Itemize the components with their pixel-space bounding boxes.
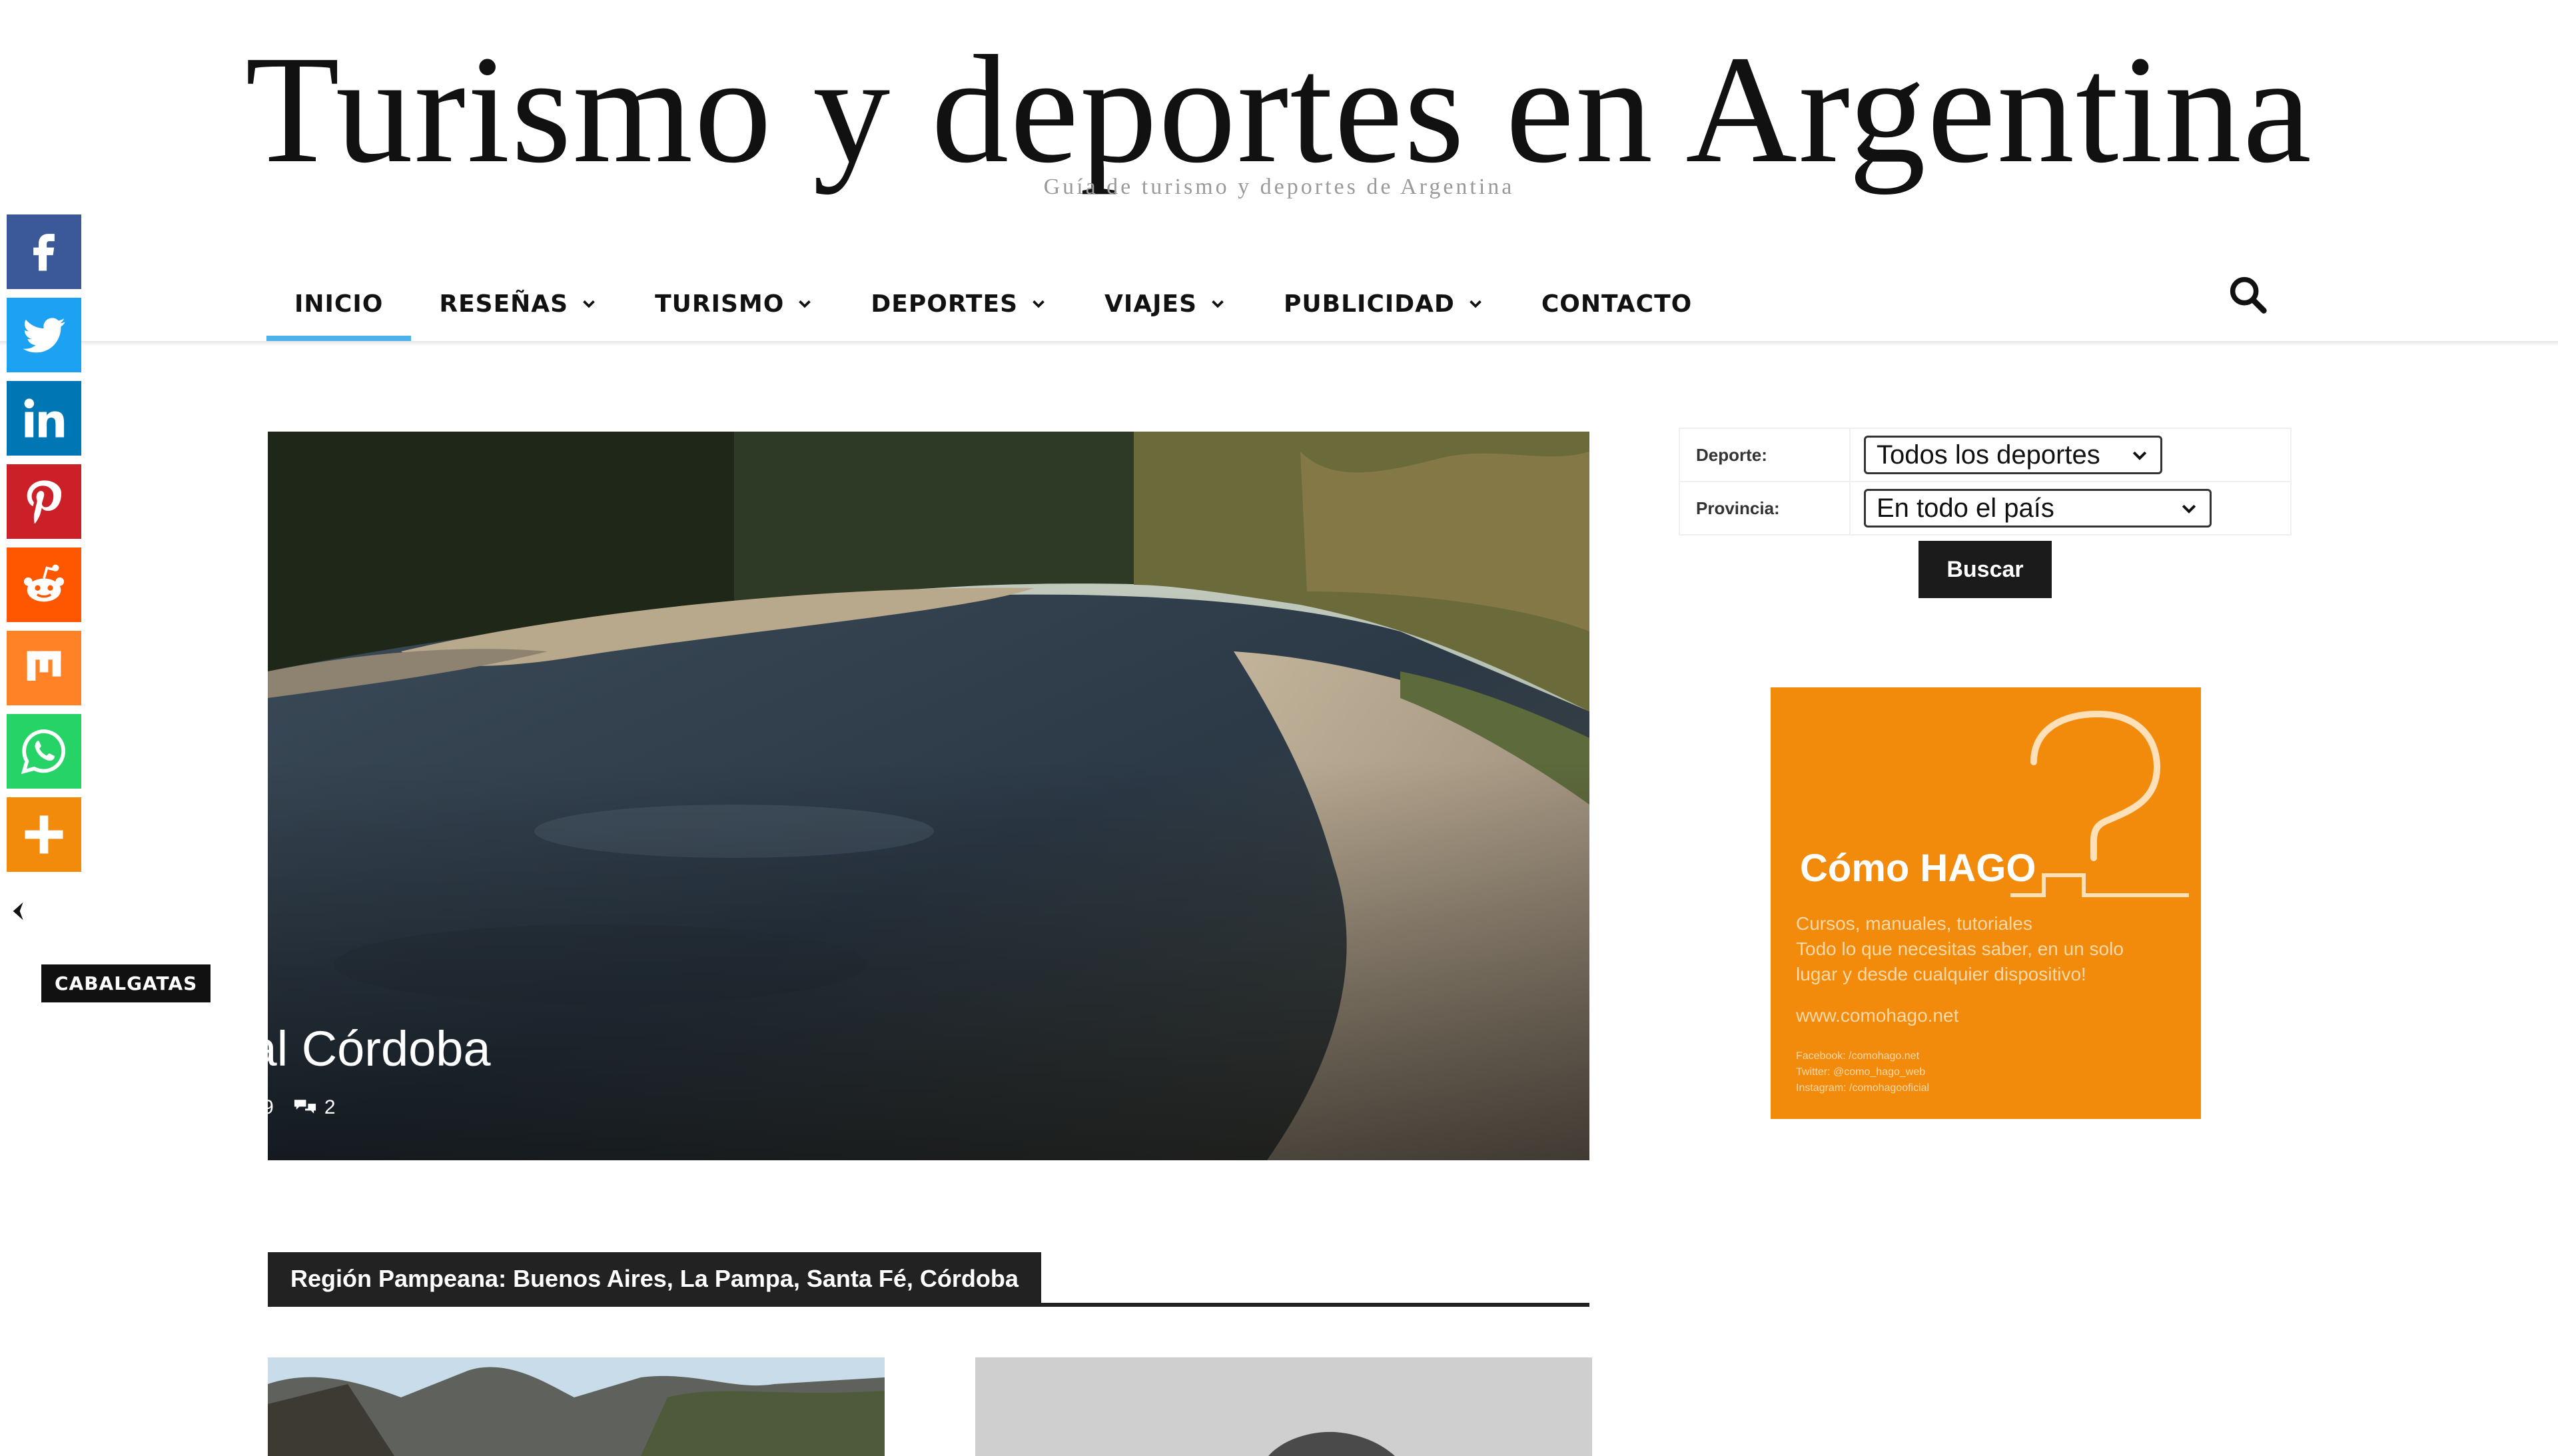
- comohago-ad-banner[interactable]: Cómo HAGO Cursos, manuales, tutoriales T…: [1771, 687, 2201, 1119]
- search-icon: [2230, 276, 2267, 314]
- post-thumbnail[interactable]: [975, 1357, 1592, 1456]
- menu-item-label: TURISMO: [655, 290, 785, 318]
- whatsapp-icon: [21, 729, 65, 775]
- post-thumbnail[interactable]: [268, 1357, 885, 1456]
- site-title[interactable]: Turismo y deportes en Argentina: [0, 27, 2558, 193]
- chevron-down-icon: [2132, 451, 2147, 460]
- menu-item-label: DEPORTES: [871, 290, 1019, 318]
- menu-item-turismo[interactable]: TURISMO: [627, 266, 843, 341]
- section-divider: [268, 1303, 1589, 1307]
- share-reddit-button[interactable]: [7, 547, 81, 622]
- deporte-cell: Todos los deportes: [1851, 429, 2162, 481]
- post-meta: Facundo - 22 abril, 2009 2: [41, 1096, 336, 1119]
- ad-url: www.comohago.net: [1796, 1005, 1959, 1026]
- ad-text: lugar y desde cualquier dispositivo!: [1796, 964, 2086, 984]
- deporte-select-value: Todos los deportes: [1877, 440, 2100, 470]
- featured-post-title[interactable]: Alpa Corral Córdoba: [41, 1020, 491, 1077]
- menu-item-label: INICIO: [294, 290, 384, 318]
- chevron-down-icon: [1212, 300, 1224, 308]
- chevron-down-icon: [1033, 300, 1045, 308]
- chevron-down-icon: [2182, 504, 2196, 514]
- menu-item-label: PUBLICIDAD: [1284, 290, 1455, 318]
- facebook-icon: [33, 234, 55, 271]
- hide-share-bar-button[interactable]: [5, 898, 32, 924]
- menu-item-label: VIAJES: [1104, 290, 1198, 318]
- comment-count-link[interactable]: 2: [292, 1096, 336, 1119]
- chevron-down-icon: [799, 300, 811, 308]
- chevron-left-icon: [13, 902, 23, 920]
- share-pinterest-button[interactable]: [7, 464, 81, 539]
- search-button[interactable]: [2225, 272, 2272, 318]
- ad-social: Twitter: @como_hago_web: [1796, 1066, 1926, 1078]
- provincia-cell: En todo el país: [1851, 482, 2212, 534]
- reddit-icon: [23, 564, 65, 602]
- menu-item-viajes[interactable]: VIAJES: [1076, 266, 1256, 341]
- social-share-bar: [7, 214, 81, 881]
- plus-icon: [25, 815, 63, 854]
- menu-item-label: RESEÑAS: [439, 290, 569, 318]
- linkedin-icon: [24, 398, 65, 438]
- header-divider: [0, 341, 2558, 345]
- main-menu: INICIO RESEÑAS TURISMO DEPORTES VIAJES P…: [266, 266, 1720, 341]
- share-whatsapp-button[interactable]: [7, 714, 81, 789]
- provincia-select-value: En todo el país: [1877, 493, 2054, 523]
- deporte-label: Deporte:: [1680, 429, 1851, 481]
- menu-item-publicidad[interactable]: PUBLICIDAD: [1256, 266, 1513, 341]
- section-title[interactable]: Región Pampeana: Buenos Aires, La Pampa,…: [268, 1252, 1041, 1305]
- form-row-provincia: Provincia: En todo el país: [1679, 481, 2292, 536]
- post-date: 22 abril, 2009: [153, 1096, 274, 1118]
- provincia-select[interactable]: En todo el país: [1864, 489, 2212, 528]
- deporte-select[interactable]: Todos los deportes: [1864, 436, 2162, 474]
- ad-text: Cursos, manuales, tutoriales: [1796, 913, 2032, 934]
- mix-icon: [27, 651, 61, 681]
- comments-icon: [294, 1100, 316, 1114]
- thumbnail-image: [268, 1357, 885, 1456]
- post-author[interactable]: Facundo: [41, 1096, 125, 1119]
- menu-item-deportes[interactable]: DEPORTES: [843, 266, 1076, 341]
- ad-text: Todo lo que necesitas saber, en un solo: [1796, 938, 2124, 959]
- comment-count: 2: [324, 1096, 336, 1118]
- thumbnail-image: [975, 1357, 1592, 1456]
- pinterest-icon: [27, 480, 62, 524]
- ad-social: Facebook: /comohago.net: [1796, 1050, 1920, 1062]
- share-more-button[interactable]: [7, 797, 81, 872]
- share-twitter-button[interactable]: [7, 298, 81, 372]
- sports-search-form: Deporte: Todos los deportes Provincia: E…: [1679, 428, 2292, 536]
- site-tagline: Guía de turismo y deportes de Argentina: [1043, 175, 1515, 199]
- ad-social: Instagram: /comohagooficial: [1796, 1082, 1930, 1094]
- form-row-deporte: Deporte: Todos los deportes: [1679, 428, 2292, 481]
- chevron-down-icon: [1470, 300, 1482, 308]
- menu-item-contacto[interactable]: CONTACTO: [1513, 266, 1720, 341]
- provincia-label: Provincia:: [1680, 482, 1851, 534]
- menu-item-inicio[interactable]: INICIO: [266, 266, 412, 341]
- chevron-down-icon: [583, 300, 595, 308]
- menu-item-resenas[interactable]: RESEÑAS: [411, 266, 627, 341]
- share-facebook-button[interactable]: [7, 214, 81, 289]
- share-linkedin-button[interactable]: [7, 381, 81, 456]
- ad-brand: Cómo HAGO: [1800, 847, 2036, 890]
- menu-item-label: CONTACTO: [1541, 290, 1693, 318]
- buscar-button[interactable]: Buscar: [1918, 541, 2052, 598]
- twitter-icon: [23, 318, 65, 353]
- meta-separator: -: [135, 1096, 142, 1118]
- share-mix-button[interactable]: [7, 631, 81, 705]
- category-badge[interactable]: CABALGATAS: [41, 964, 211, 1002]
